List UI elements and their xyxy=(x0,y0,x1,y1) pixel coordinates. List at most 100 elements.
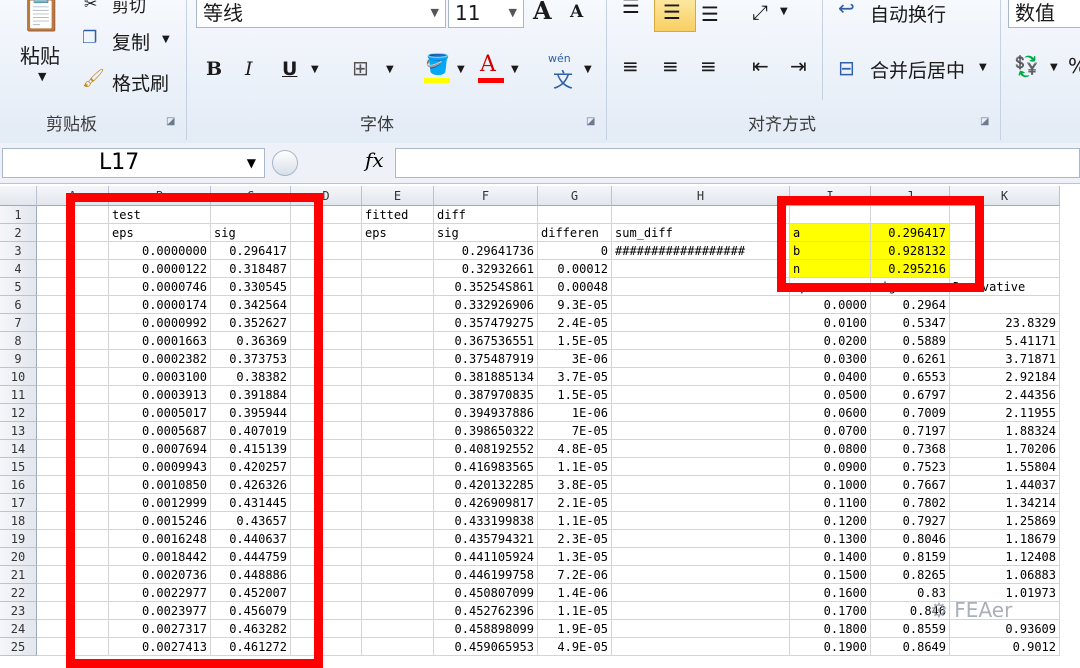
cell-i16[interactable]: 0.1000 xyxy=(790,476,871,494)
cell-g4[interactable]: 0.00012 xyxy=(538,260,612,278)
currency-icon[interactable]: 💱 xyxy=(1014,54,1039,78)
font-color-icon[interactable]: A xyxy=(480,52,496,77)
cell-e11[interactable] xyxy=(362,386,434,404)
cell-k20[interactable]: 1.12408 xyxy=(950,548,1060,566)
merge-center-button[interactable]: 合并后居中 xyxy=(870,56,965,83)
row-header[interactable]: 3 xyxy=(0,242,37,260)
cell-h2[interactable]: sum_diff xyxy=(612,224,790,242)
cell-f25[interactable]: 0.459065953 xyxy=(434,638,538,656)
cell-g11[interactable]: 1.5E-05 xyxy=(538,386,612,404)
cell-e2[interactable]: eps xyxy=(362,224,434,242)
row-header[interactable]: 24 xyxy=(0,620,37,638)
row-header[interactable]: 19 xyxy=(0,530,37,548)
cell-g14[interactable]: 4.8E-05 xyxy=(538,440,612,458)
cell-g20[interactable]: 1.3E-05 xyxy=(538,548,612,566)
decrease-indent-icon[interactable]: ⇤ xyxy=(752,54,769,78)
cell-k24[interactable]: 0.93609 xyxy=(950,620,1060,638)
cell-f20[interactable]: 0.441105924 xyxy=(434,548,538,566)
row-header[interactable]: 8 xyxy=(0,332,37,350)
cell-f5[interactable]: 0.35254S861 xyxy=(434,278,538,296)
cell-g13[interactable]: 7E-05 xyxy=(538,422,612,440)
format-painter-icon[interactable]: 🖌 xyxy=(82,68,105,89)
cell-j7[interactable]: 0.5347 xyxy=(871,314,950,332)
fill-color-icon[interactable]: 🪣 xyxy=(425,52,450,76)
underline-dropdown-icon[interactable]: ▼ xyxy=(311,64,319,75)
cell-e17[interactable] xyxy=(362,494,434,512)
copy-dropdown-icon[interactable]: ▼ xyxy=(162,34,170,45)
cell-f23[interactable]: 0.452762396 xyxy=(434,602,538,620)
cell-f1[interactable]: diff xyxy=(434,206,538,224)
cell-j17[interactable]: 0.7802 xyxy=(871,494,950,512)
cell-e9[interactable] xyxy=(362,350,434,368)
cell-g25[interactable]: 4.9E-05 xyxy=(538,638,612,656)
cell-i7[interactable]: 0.0100 xyxy=(790,314,871,332)
cell-i12[interactable]: 0.0600 xyxy=(790,404,871,422)
cell-i22[interactable]: 0.1600 xyxy=(790,584,871,602)
insert-function-button[interactable]: fx xyxy=(365,148,384,172)
wrap-text-icon[interactable]: ↩ xyxy=(838,0,855,20)
cell-e4[interactable] xyxy=(362,260,434,278)
cell-k13[interactable]: 1.88324 xyxy=(950,422,1060,440)
merge-center-icon[interactable]: ⊟ xyxy=(838,56,855,80)
cell-k12[interactable]: 2.11955 xyxy=(950,404,1060,422)
cell-k21[interactable]: 1.06883 xyxy=(950,566,1060,584)
row-header[interactable]: 15 xyxy=(0,458,37,476)
row-header[interactable]: 23 xyxy=(0,602,37,620)
cell-f19[interactable]: 0.435794321 xyxy=(434,530,538,548)
cell-g17[interactable]: 2.1E-05 xyxy=(538,494,612,512)
row-header[interactable]: 12 xyxy=(0,404,37,422)
cell-e15[interactable] xyxy=(362,458,434,476)
cell-h18[interactable] xyxy=(612,512,790,530)
cell-f22[interactable]: 0.450807099 xyxy=(434,584,538,602)
cell-e19[interactable] xyxy=(362,530,434,548)
cell-i15[interactable]: 0.0900 xyxy=(790,458,871,476)
font-size-combo[interactable]: 11 ▼ xyxy=(448,0,524,28)
cell-e1[interactable]: fitted xyxy=(362,206,434,224)
cell-h25[interactable] xyxy=(612,638,790,656)
cell-h5[interactable] xyxy=(612,278,790,296)
cell-g12[interactable]: 1E-06 xyxy=(538,404,612,422)
cell-k15[interactable]: 1.55804 xyxy=(950,458,1060,476)
cell-f14[interactable]: 0.408192552 xyxy=(434,440,538,458)
column-header-e[interactable]: E xyxy=(362,186,434,206)
cell-i6[interactable]: 0.0000 xyxy=(790,296,871,314)
cell-e22[interactable] xyxy=(362,584,434,602)
cell-e7[interactable] xyxy=(362,314,434,332)
cell-h24[interactable] xyxy=(612,620,790,638)
cell-e25[interactable] xyxy=(362,638,434,656)
cell-e10[interactable] xyxy=(362,368,434,386)
row-header[interactable]: 1 xyxy=(0,206,37,224)
align-right-icon[interactable]: ≡ xyxy=(700,54,717,78)
cell-g1[interactable] xyxy=(538,206,612,224)
cell-e13[interactable] xyxy=(362,422,434,440)
cell-g21[interactable]: 7.2E-06 xyxy=(538,566,612,584)
cell-g16[interactable]: 3.8E-05 xyxy=(538,476,612,494)
cell-h17[interactable] xyxy=(612,494,790,512)
orientation-icon[interactable]: ⤢ xyxy=(752,0,768,24)
row-header[interactable]: 22 xyxy=(0,584,37,602)
cell-i19[interactable]: 0.1300 xyxy=(790,530,871,548)
cell-h15[interactable] xyxy=(612,458,790,476)
cell-j12[interactable]: 0.7009 xyxy=(871,404,950,422)
cell-g23[interactable]: 1.1E-05 xyxy=(538,602,612,620)
borders-dropdown-icon[interactable]: ▼ xyxy=(386,64,394,75)
underline-button[interactable]: U xyxy=(282,58,297,80)
cell-h16[interactable] xyxy=(612,476,790,494)
cell-g7[interactable]: 2.4E-05 xyxy=(538,314,612,332)
cell-k8[interactable]: 5.41171 xyxy=(950,332,1060,350)
cut-button[interactable]: 剪切 xyxy=(112,0,146,17)
cell-j14[interactable]: 0.7368 xyxy=(871,440,950,458)
cell-i9[interactable]: 0.0300 xyxy=(790,350,871,368)
shrink-font-button[interactable]: A xyxy=(570,2,583,22)
row-header[interactable]: 17 xyxy=(0,494,37,512)
cell-e5[interactable] xyxy=(362,278,434,296)
cell-k9[interactable]: 3.71871 xyxy=(950,350,1060,368)
cell-g24[interactable]: 1.9E-05 xyxy=(538,620,612,638)
cell-h9[interactable] xyxy=(612,350,790,368)
alignment-launcher-icon[interactable]: ◪ xyxy=(980,116,989,127)
merge-dropdown-icon[interactable]: ▼ xyxy=(979,62,987,73)
row-header[interactable]: 6 xyxy=(0,296,37,314)
italic-button[interactable]: I xyxy=(245,58,253,80)
cell-f15[interactable]: 0.416983565 xyxy=(434,458,538,476)
row-header[interactable]: 4 xyxy=(0,260,37,278)
